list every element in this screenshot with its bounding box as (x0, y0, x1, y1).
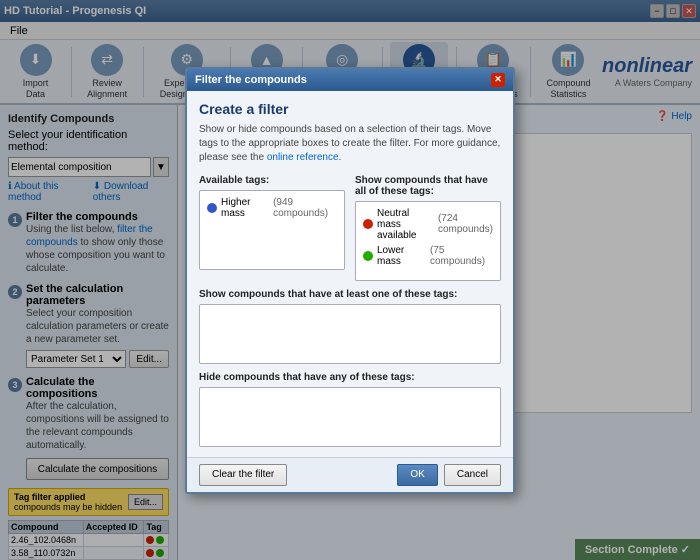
modal-footer: Clear the filter OK Cancel (187, 457, 513, 492)
modal-columns: Available tags: Higher mass (949 compoun… (199, 175, 501, 281)
higher-mass-dot (207, 203, 217, 213)
neutral-mass-dot (363, 219, 373, 229)
show-tag-lower-mass[interactable]: Lower mass (75 compounds) (360, 243, 496, 269)
lower-mass-label: Lower mass (377, 245, 424, 267)
modal-footer-actions: OK Cancel (397, 464, 501, 486)
clear-filter-button[interactable]: Clear the filter (199, 464, 287, 486)
show-any-section: Show compounds that have at least one of… (199, 289, 501, 364)
higher-mass-label: Higher mass (221, 197, 267, 219)
modal-close-button[interactable]: ✕ (491, 73, 505, 87)
show-all-tags-list: Neutral mass available (724 compounds) L… (355, 201, 501, 281)
show-any-box (199, 304, 501, 364)
show-tag-neutral-mass[interactable]: Neutral mass available (724 compounds) (360, 206, 496, 243)
available-tags-col: Available tags: Higher mass (949 compoun… (199, 175, 345, 281)
show-any-title: Show compounds that have at least one of… (199, 289, 501, 300)
higher-mass-count: (949 compounds) (273, 197, 337, 219)
modal-description: Show or hide compounds based on a select… (199, 123, 501, 165)
hide-box (199, 387, 501, 447)
filter-modal: Filter the compounds ✕ Create a filter S… (185, 67, 515, 494)
hide-title: Hide compounds that have any of these ta… (199, 372, 501, 383)
neutral-mass-label: Neutral mass available (377, 208, 432, 241)
neutral-mass-count: (724 compounds) (438, 213, 493, 235)
lower-mass-dot (363, 251, 373, 261)
modal-create-filter-title: Create a filter (199, 101, 501, 117)
online-reference-link[interactable]: online reference (267, 152, 339, 163)
available-tags-title: Available tags: (199, 175, 345, 186)
ok-button[interactable]: OK (397, 464, 437, 486)
modal-body: Create a filter Show or hide compounds b… (187, 91, 513, 457)
lower-mass-count: (75 compounds) (430, 245, 493, 267)
modal-titlebar: Filter the compounds ✕ (187, 69, 513, 91)
available-tags-list: Higher mass (949 compounds) (199, 190, 345, 270)
show-all-tags-title: Show compounds that have all of these ta… (355, 175, 501, 197)
hide-section: Hide compounds that have any of these ta… (199, 372, 501, 447)
available-tag-higher-mass[interactable]: Higher mass (949 compounds) (204, 195, 340, 221)
modal-title-text: Filter the compounds (195, 74, 307, 86)
show-all-tags-col: Show compounds that have all of these ta… (355, 175, 501, 281)
cancel-button[interactable]: Cancel (444, 464, 501, 486)
modal-overlay: Filter the compounds ✕ Create a filter S… (0, 0, 700, 560)
